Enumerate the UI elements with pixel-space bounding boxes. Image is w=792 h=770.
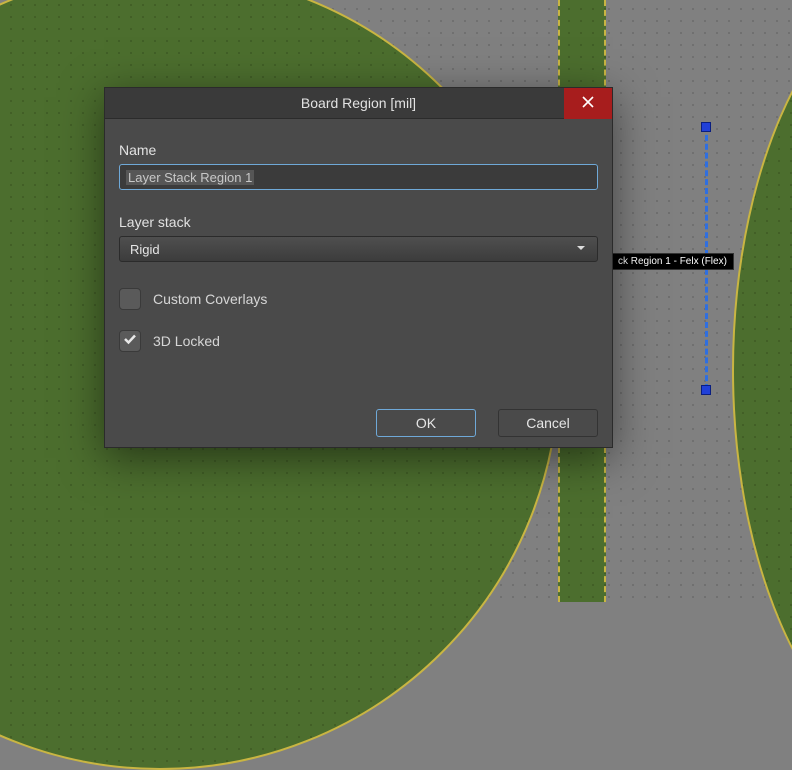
dialog-footer: OK Cancel [105,399,612,447]
name-input-value: Layer Stack Region 1 [126,170,254,185]
name-label: Name [119,142,598,158]
board-region-right [732,0,792,770]
layer-stack-dropdown[interactable]: Rigid [119,236,598,262]
drag-handle[interactable] [701,385,711,395]
name-input[interactable]: Layer Stack Region 1 [119,164,598,190]
ok-button[interactable]: OK [376,409,476,437]
dialog-titlebar[interactable]: Board Region [mil] [105,88,612,119]
selection-edge[interactable] [705,260,729,390]
dialog-content: Name Layer Stack Region 1 Layer stack Ri… [119,142,598,391]
region-tooltip: ck Region 1 - Felx (Flex) [611,253,734,270]
dialog-title: Board Region [mil] [301,95,416,111]
locked-3d-checkbox[interactable] [119,330,141,352]
layer-stack-label: Layer stack [119,214,598,230]
custom-coverlays-checkbox[interactable] [119,288,141,310]
selection-edge[interactable] [705,126,729,256]
check-icon [123,332,137,351]
close-button[interactable] [564,88,612,119]
chevron-down-icon [575,242,587,257]
layer-stack-value: Rigid [130,242,160,257]
close-icon [582,95,594,113]
board-region-dialog: Board Region [mil] Name Layer Stack Regi… [104,87,613,448]
custom-coverlays-label: Custom Coverlays [153,291,267,307]
drag-handle[interactable] [701,122,711,132]
cancel-button[interactable]: Cancel [498,409,598,437]
locked-3d-label: 3D Locked [153,333,220,349]
